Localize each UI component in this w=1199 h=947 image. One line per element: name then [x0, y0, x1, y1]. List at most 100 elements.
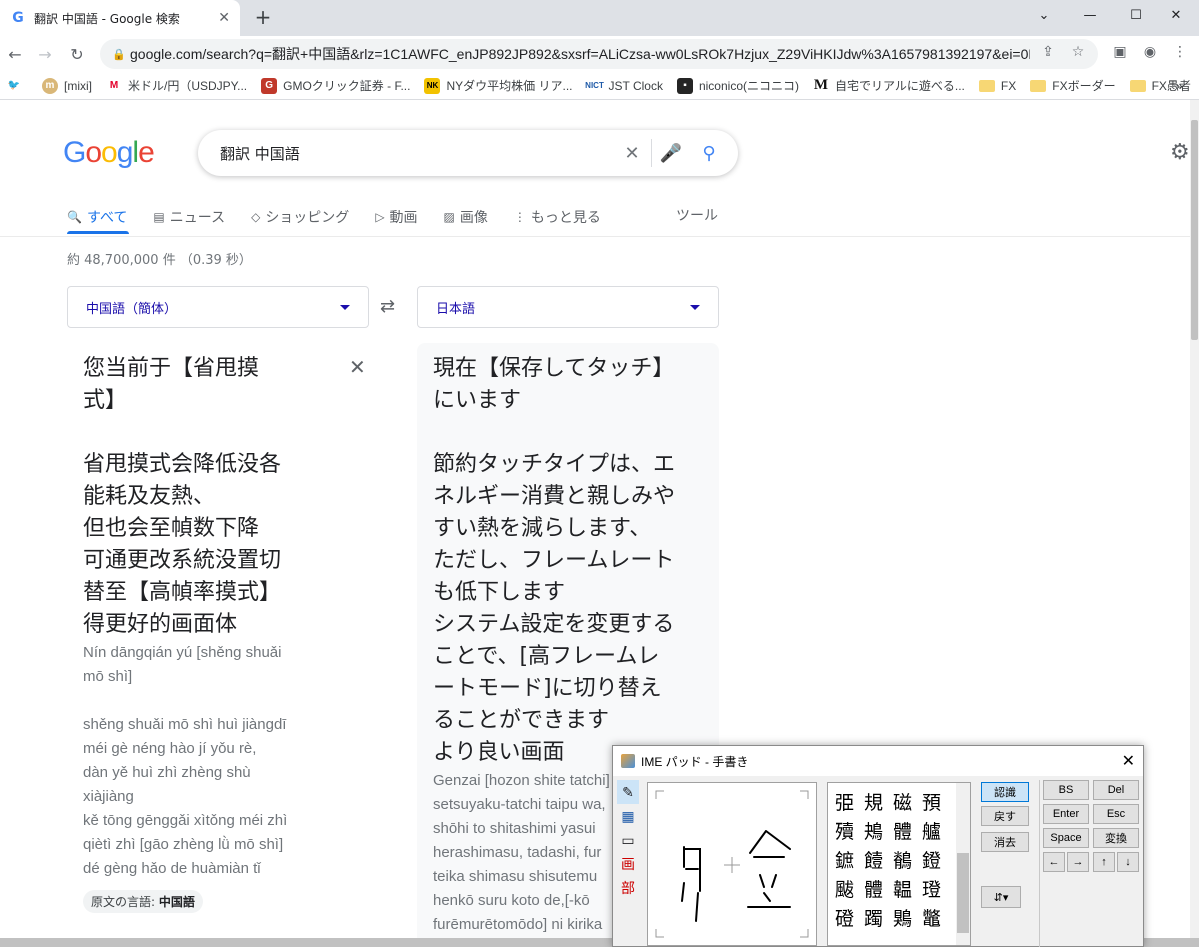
scrollbar-thumb[interactable] [957, 853, 969, 933]
gear-icon[interactable]: ⚙ [1170, 140, 1190, 165]
share-icon[interactable]: ⇪ [1038, 42, 1058, 62]
candidate-char[interactable]: 體 [888, 816, 917, 845]
tab-images[interactable]: ▨ 画像 [444, 204, 488, 230]
twitter-icon: 🐦 [7, 80, 21, 91]
tab-all[interactable]: 🔍 すべて [67, 204, 127, 230]
candidate-char[interactable]: 艫 [917, 816, 946, 845]
keyboard-mode-icon[interactable]: ▭ [617, 828, 639, 852]
candidate-char[interactable]: 殰 [830, 816, 859, 845]
convert-key[interactable]: 変換 [1093, 828, 1139, 848]
lock-icon: 🔒 [112, 47, 126, 61]
candidate-char[interactable]: 鶺 [888, 845, 917, 874]
search-input[interactable]: 翻訳 中国語 [220, 143, 613, 164]
tools-button[interactable]: ツール [676, 205, 718, 225]
back-arrow-icon[interactable]: ← [2, 42, 28, 66]
swap-languages-icon[interactable]: ⇄ [380, 296, 395, 317]
down-arrow-key[interactable]: ↓ [1117, 852, 1139, 872]
bookmark-mixi[interactable]: m [mixi] [42, 77, 92, 94]
browser-tab[interactable]: G 翻訳 中国語 - Google 検索 ✕ [0, 0, 240, 36]
bookmark-folder-fx[interactable]: FX [978, 79, 1016, 93]
candidate-scrollbar[interactable] [956, 783, 970, 945]
candidate-char[interactable]: 饐 [859, 845, 888, 874]
bookmark-home-game[interactable]: M 自宅でリアルに遊べる... [813, 77, 965, 94]
window-close-icon[interactable]: ✕ [1153, 0, 1199, 30]
profile-icon[interactable]: ◉ [1140, 42, 1160, 62]
window-minimize-icon[interactable]: — [1067, 0, 1113, 30]
candidate-char[interactable]: 磁 [888, 787, 917, 816]
bookmark-niconico[interactable]: ▪ niconico(ニコニコ) [676, 77, 799, 94]
candidate-char[interactable]: 鐙 [917, 845, 946, 874]
active-tab-indicator [67, 231, 129, 234]
niconico-icon: ▪ [676, 77, 693, 94]
source-text[interactable]: 您当前于【省甩摸 式】 省甩摸式会降低没各 能耗及友熱、 但也会至幀数下降 可通… [83, 353, 313, 641]
bookmark-folder-fx-border[interactable]: FXボーダー [1030, 77, 1116, 94]
escape-key[interactable]: Esc [1093, 804, 1139, 824]
vertical-scrollbar[interactable] [1190, 100, 1199, 938]
candidate-char[interactable]: 璒 [917, 874, 946, 903]
extension-icon[interactable]: ▣ [1110, 42, 1130, 62]
handwriting-canvas[interactable] [647, 782, 817, 946]
enter-key[interactable]: Enter [1043, 804, 1089, 824]
target-language-select[interactable]: 日本語 [417, 286, 719, 328]
candidate-char[interactable]: 體 [859, 874, 888, 903]
options-dropdown[interactable]: ⇵▾ [981, 886, 1021, 908]
candidate-char[interactable]: 鶪 [888, 903, 917, 932]
source-language-select[interactable]: 中国語（簡体） [67, 286, 369, 328]
scrollbar-thumb[interactable] [1191, 120, 1198, 340]
google-logo[interactable]: Google [63, 136, 155, 170]
candidate-char[interactable]: 鴂 [859, 816, 888, 845]
clear-icon[interactable]: ✕ [613, 134, 651, 172]
bookmark-jst-clock[interactable]: NICT JST Clock [585, 78, 663, 94]
backspace-key[interactable]: BS [1043, 780, 1089, 800]
tab-videos[interactable]: ▷ 動画 [375, 204, 417, 230]
recognize-button[interactable]: 認識 [981, 782, 1029, 802]
candidate-char[interactable]: 規 [859, 787, 888, 816]
bookmark-star-icon[interactable]: ☆ [1068, 42, 1088, 62]
url-text[interactable]: google.com/search?q=翻訳+中国語&rlz=1C1AWFC_e… [130, 44, 1030, 64]
radical-mode[interactable]: 部 [617, 876, 639, 900]
minimize-button[interactable]: ⌄ [1021, 0, 1067, 30]
bookmark-usdjpy[interactable]: M 米ドル/円（USDJPY... [106, 77, 247, 94]
bookmark-gmo[interactable]: G GMOクリック証券 - F... [261, 77, 410, 94]
menu-kebab-icon[interactable]: ⋮ [1170, 42, 1190, 62]
tab-news[interactable]: ▤ ニュース [153, 204, 225, 230]
folder-icon [1030, 79, 1047, 92]
candidate-char[interactable]: 韞 [888, 874, 917, 903]
up-arrow-key[interactable]: ↑ [1093, 852, 1115, 872]
list-mode-icon[interactable]: ▦ [617, 804, 639, 828]
ime-pad-window: IME パッド - 手書き ✕ ✎ ▦ ▭ 画 部 弫 規 磁 預 殰 鴂 體 … [612, 745, 1144, 947]
candidate-char[interactable]: 預 [917, 787, 946, 816]
address-bar[interactable]: 🔒 google.com/search?q=翻訳+中国語&rlz=1C1AWFC… [100, 39, 1098, 69]
ime-title-bar[interactable]: IME パッド - 手書き ✕ [613, 746, 1143, 776]
candidate-char[interactable]: 颰 [830, 874, 859, 903]
right-arrow-key[interactable]: → [1067, 852, 1089, 872]
tab-close-icon[interactable]: ✕ [218, 10, 230, 26]
candidate-char[interactable]: 弫 [830, 787, 859, 816]
search-box[interactable]: 翻訳 中国語 ✕ 🎤 ⚲ [198, 130, 738, 176]
space-key[interactable]: Space [1043, 828, 1089, 848]
candidate-char[interactable]: 磴 [830, 903, 859, 932]
handwriting-mode-icon[interactable]: ✎ [617, 780, 639, 804]
bookmark-nydow[interactable]: NK NYダウ平均株価 リア... [424, 77, 573, 94]
stroke-count-mode[interactable]: 画 [617, 852, 639, 876]
clear-button[interactable]: 消去 [981, 832, 1029, 852]
candidate-char[interactable]: 鼈 [917, 903, 946, 932]
forward-arrow-icon[interactable]: → [32, 42, 58, 66]
clear-source-icon[interactable]: ✕ [349, 355, 366, 379]
undo-button[interactable]: 戻す [981, 806, 1029, 826]
reload-icon[interactable]: ↻ [64, 42, 90, 66]
candidate-char[interactable]: 躅 [859, 903, 888, 932]
microphone-icon[interactable]: 🎤 [652, 134, 690, 172]
mixi-icon: m [42, 77, 58, 94]
search-icon[interactable]: ⚲ [690, 134, 728, 172]
ime-close-icon[interactable]: ✕ [1122, 751, 1135, 771]
tab-shopping[interactable]: ◇ ショッピング [251, 204, 349, 230]
left-arrow-key[interactable]: ← [1043, 852, 1065, 872]
bookmarks-overflow-button[interactable]: » [1176, 79, 1183, 93]
dropdown-caret-icon [690, 304, 700, 310]
tab-more[interactable]: ⋮ もっと見る [514, 204, 601, 230]
delete-key[interactable]: Del [1093, 780, 1139, 800]
candidate-char[interactable]: 鏣 [830, 845, 859, 874]
new-tab-button[interactable]: + [252, 5, 274, 29]
bookmark-twitter[interactable]: 🐦 [6, 78, 28, 94]
